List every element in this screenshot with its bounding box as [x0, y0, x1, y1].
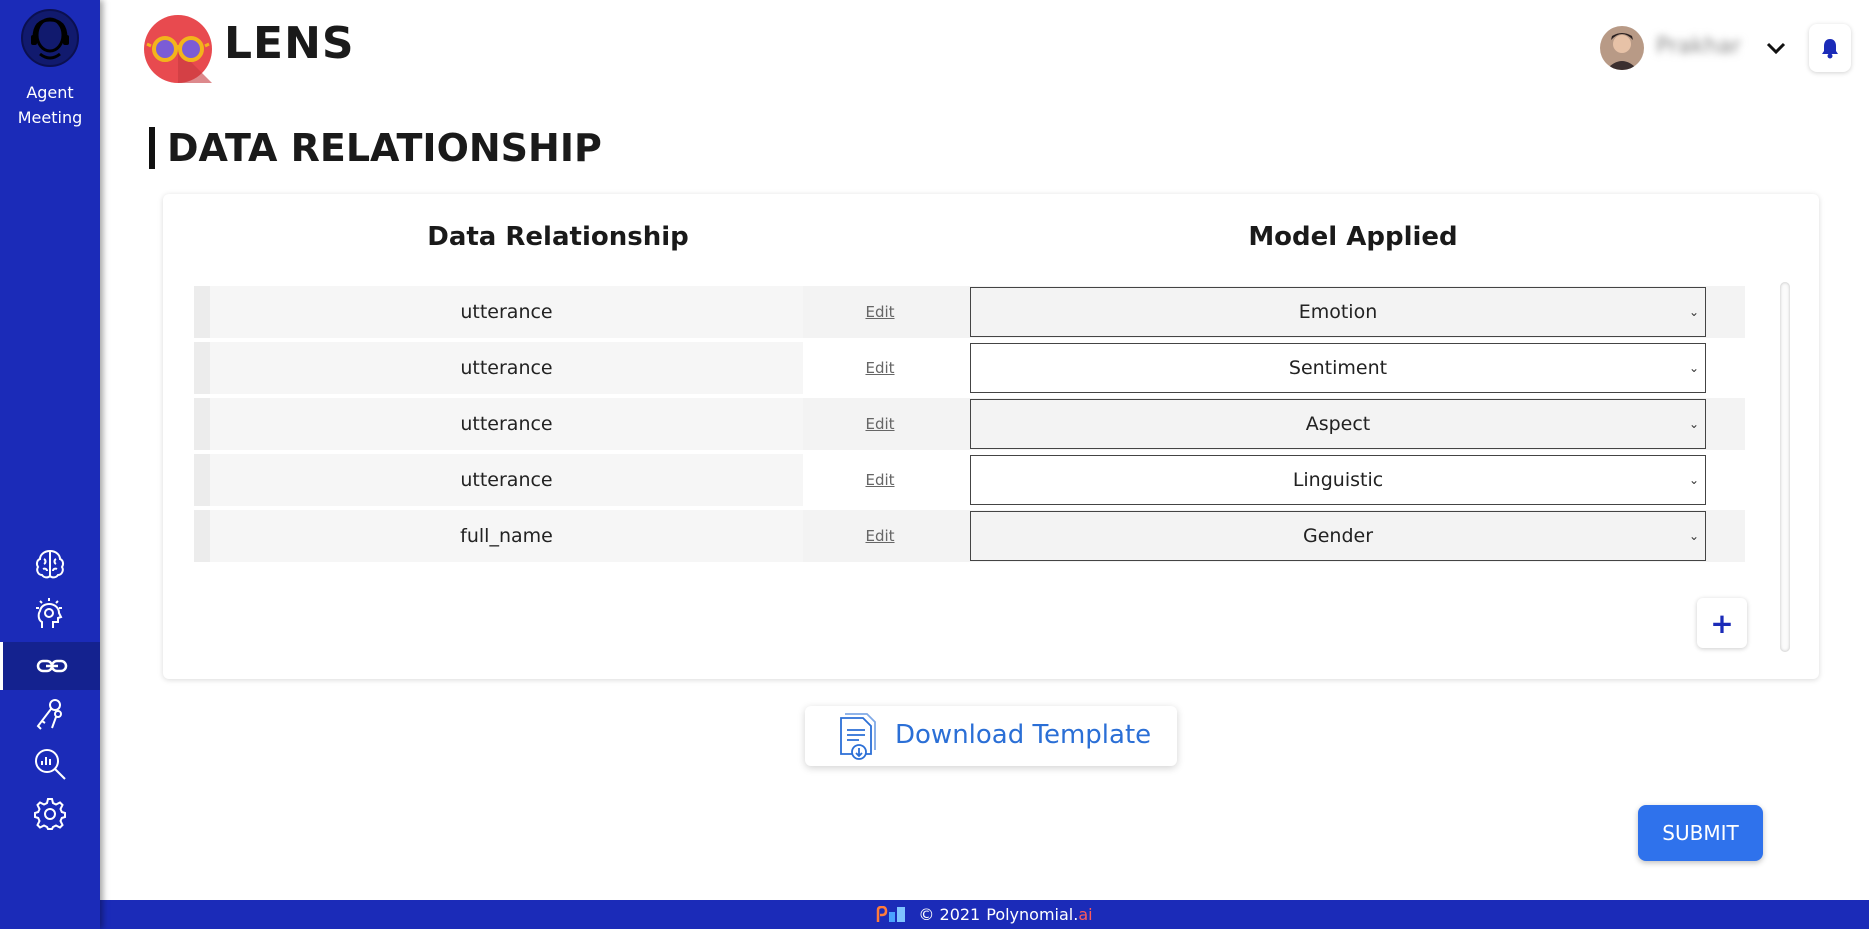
- brain-icon: [35, 549, 65, 579]
- document-download-icon: [840, 713, 876, 760]
- chevron-down-icon: ⌄: [1688, 473, 1699, 487]
- edit-link[interactable]: Edit: [850, 342, 910, 394]
- submit-button[interactable]: SUBMIT: [1638, 805, 1763, 861]
- sidebar-item-insights[interactable]: [0, 590, 100, 638]
- row-accent: [194, 286, 210, 338]
- keys-icon: [36, 699, 62, 730]
- scrollbar[interactable]: [1780, 282, 1790, 652]
- table-row: utterance Edit Aspect ⌄: [194, 398, 1745, 450]
- model-select[interactable]: Linguistic ⌄: [970, 455, 1706, 505]
- model-select[interactable]: Emotion ⌄: [970, 287, 1706, 337]
- column-header-model-applied: Model Applied: [1248, 222, 1458, 252]
- avatar[interactable]: [1600, 26, 1644, 70]
- sidebar-item-brain[interactable]: [0, 540, 100, 588]
- head-idea-icon: [36, 598, 63, 628]
- footer-copyright: © 2021: [918, 905, 981, 924]
- table-row: utterance Edit Linguistic ⌄: [194, 454, 1745, 506]
- model-select-value: Emotion: [1298, 301, 1378, 323]
- chevron-down-icon: ⌄: [1688, 305, 1699, 319]
- bell-icon: [1822, 39, 1838, 59]
- gear-icon: [34, 798, 66, 830]
- sidebar-item-keys[interactable]: [0, 690, 100, 738]
- data-field: utterance: [210, 398, 803, 450]
- row-accent: [194, 510, 210, 562]
- table-row: full_name Edit Gender ⌄: [194, 510, 1745, 562]
- chevron-down-icon: ⌄: [1688, 361, 1699, 375]
- table-row: utterance Edit Emotion ⌄: [194, 286, 1745, 338]
- model-select-value: Sentiment: [1288, 357, 1388, 379]
- edit-link[interactable]: Edit: [850, 398, 910, 450]
- model-select-value: Aspect: [1305, 413, 1371, 435]
- chevron-down-icon[interactable]: [1763, 35, 1789, 61]
- model-select-value: Gender: [1302, 525, 1374, 547]
- edit-link[interactable]: Edit: [850, 454, 910, 506]
- table-row: utterance Edit Sentiment ⌄: [194, 342, 1745, 394]
- notifications-button[interactable]: [1809, 24, 1851, 72]
- download-template-button[interactable]: Download Template: [805, 706, 1177, 766]
- chevron-down-icon: ⌄: [1688, 417, 1699, 431]
- sidebar-title: Agent Meeting: [17, 83, 83, 127]
- model-select[interactable]: Aspect ⌄: [970, 399, 1706, 449]
- edit-link[interactable]: Edit: [850, 286, 910, 338]
- polynomial-logo-icon: [877, 905, 906, 922]
- footer-company: Polynomial.: [986, 905, 1079, 924]
- column-header-data-relationship: Data Relationship: [427, 222, 689, 252]
- sidebar-item-analytics[interactable]: [0, 740, 100, 788]
- footer: © 2021 Polynomial. ai: [100, 900, 1869, 929]
- data-field: utterance: [210, 454, 803, 506]
- chevron-down-icon: ⌄: [1688, 529, 1699, 543]
- analytics-search-icon: [35, 749, 66, 780]
- lens-logo-icon: [144, 15, 212, 83]
- download-template-label: Download Template: [895, 720, 1152, 750]
- data-field: full_name: [210, 510, 803, 562]
- footer-company-suffix: ai: [1078, 905, 1093, 924]
- link-icon: [36, 659, 67, 673]
- agent-headset-logo-icon: [21, 9, 79, 67]
- model-select-value: Linguistic: [1292, 469, 1384, 491]
- brand-name: LENS: [224, 18, 355, 69]
- user-name[interactable]: Prakhar: [1656, 34, 1741, 59]
- sidebar: Agent Meeting: [0, 0, 100, 929]
- data-field: utterance: [210, 286, 803, 338]
- page-title: DATA RELATIONSHIP: [149, 127, 602, 169]
- edit-link[interactable]: Edit: [850, 510, 910, 562]
- add-row-button[interactable]: +: [1697, 598, 1747, 648]
- sidebar-item-settings[interactable]: [0, 790, 100, 838]
- model-select[interactable]: Sentiment ⌄: [970, 343, 1706, 393]
- row-accent: [194, 342, 210, 394]
- data-relationship-card: Data Relationship Model Applied utteranc…: [163, 194, 1819, 679]
- sidebar-item-data-relationship[interactable]: [0, 642, 100, 690]
- model-select[interactable]: Gender ⌄: [970, 511, 1706, 561]
- data-field: utterance: [210, 342, 803, 394]
- row-accent: [194, 454, 210, 506]
- row-accent: [194, 398, 210, 450]
